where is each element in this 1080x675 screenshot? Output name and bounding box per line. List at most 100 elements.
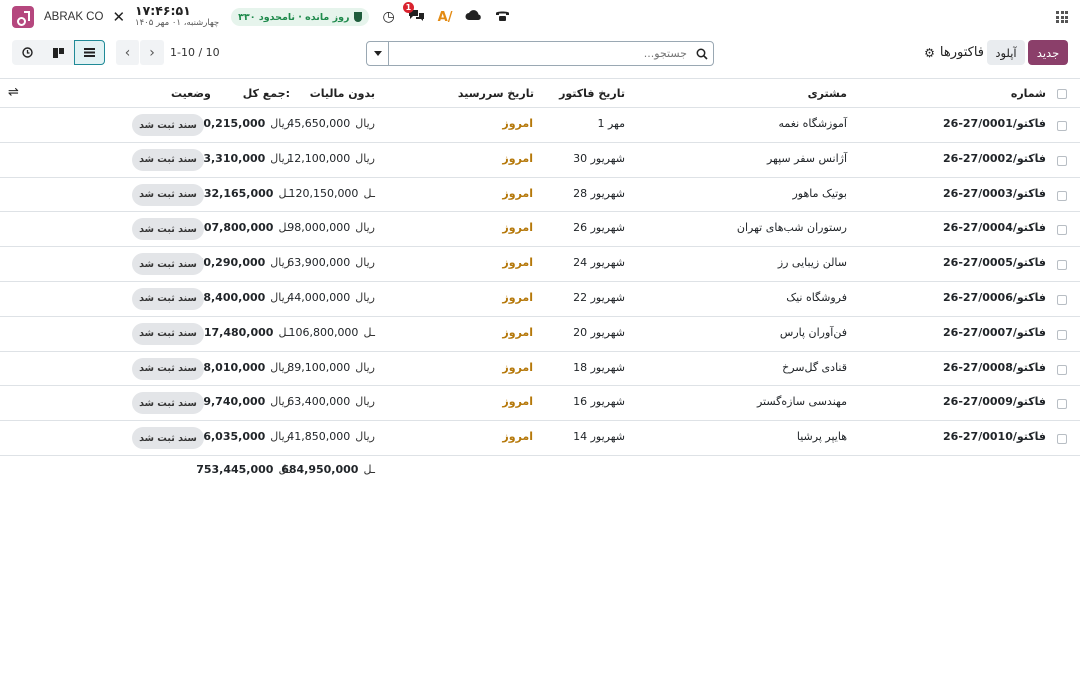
row-checkbox[interactable] bbox=[1057, 399, 1067, 410]
table-row[interactable]: فاکتو/27/0002-26 آژانس سفر سپهر 30 شهریور ا… bbox=[0, 143, 1080, 178]
total-amount: 50,215,000 ریال bbox=[196, 117, 290, 130]
untaxed-amount: 63,400,000 ریال bbox=[287, 395, 375, 408]
column-customer[interactable]: مشتری bbox=[808, 87, 847, 100]
due-date: امروز bbox=[502, 221, 533, 235]
row-checkbox[interactable] bbox=[1057, 434, 1067, 445]
column-settings-icon[interactable]: ⇌ bbox=[8, 85, 19, 100]
invoice-date: 14 شهریور bbox=[573, 430, 625, 444]
clock-icon[interactable]: ◷ bbox=[382, 9, 394, 25]
app-logo[interactable] bbox=[12, 6, 34, 28]
totals-row: 684,950,000 ـل 753,445,000 ـل bbox=[0, 456, 1080, 484]
row-checkbox[interactable] bbox=[1057, 155, 1067, 166]
phone-icon[interactable] bbox=[495, 9, 510, 26]
customer-name: رستوران شب‌های تهران bbox=[736, 221, 847, 235]
untaxed-currency: ـل bbox=[363, 325, 375, 339]
total-sum-currency: ـل bbox=[278, 462, 290, 476]
select-all-checkbox[interactable] bbox=[1057, 89, 1067, 99]
list-view-icon bbox=[84, 48, 95, 57]
row-checkbox[interactable] bbox=[1057, 260, 1067, 271]
total-value: 69,740,000 bbox=[195, 395, 266, 409]
search-options-toggle[interactable] bbox=[367, 42, 389, 65]
chevron-left-icon: ‹ bbox=[124, 44, 131, 61]
untaxed-currency: ریال bbox=[355, 221, 375, 235]
search-input[interactable] bbox=[389, 47, 691, 60]
invoice-number: فاکتو/27/0005-26 bbox=[943, 256, 1046, 270]
invoice-date: 22 شهریور bbox=[573, 290, 625, 304]
untaxed-currency: ریال bbox=[355, 151, 375, 165]
total-value: 132,165,000 bbox=[196, 186, 274, 200]
subscription-text: ۳۳۰ روز مانده · نامحدود bbox=[238, 11, 350, 23]
invoice-number: فاکتو/27/0002-26 bbox=[943, 151, 1046, 165]
list-view-button[interactable] bbox=[74, 40, 105, 65]
upload-button[interactable]: آپلود bbox=[987, 40, 1025, 65]
untaxed-value: 63,400,000 bbox=[287, 395, 351, 409]
row-checkbox[interactable] bbox=[1057, 364, 1067, 375]
table-row[interactable]: فاکتو/27/0003-26 بوتیک ماهور 28 شهریور امرو… bbox=[0, 178, 1080, 213]
due-date: امروز bbox=[502, 151, 533, 165]
apps-grid-icon[interactable] bbox=[1056, 11, 1068, 23]
untaxed-currency: ریال bbox=[355, 290, 375, 304]
status-badge: سند ثبت شد bbox=[132, 427, 204, 450]
table-row[interactable]: فاکتو/27/0007-26 فن‌آوران پارس 20 شهریور ام… bbox=[0, 317, 1080, 352]
new-button[interactable]: جدید bbox=[1028, 40, 1068, 65]
table-row[interactable]: فاکتو/27/0001-26 آموزشگاه نغمه 1 مهر امروز 4… bbox=[0, 108, 1080, 143]
chevron-right-icon: › bbox=[149, 44, 155, 61]
due-date: امروز bbox=[502, 290, 533, 304]
total-value: 48,400,000 bbox=[195, 290, 266, 304]
total-value: 98,010,000 bbox=[195, 360, 266, 374]
column-total[interactable]: جمع کل: bbox=[243, 87, 290, 100]
total-currency: ـل bbox=[278, 325, 290, 339]
gear-icon[interactable]: ⚙ bbox=[924, 46, 935, 60]
customer-name: قنادی گل‌سرخ bbox=[782, 360, 847, 374]
table-row[interactable]: فاکتو/27/0006-26 فروشگاه نیک 22 شهریور امرو… bbox=[0, 282, 1080, 317]
activity-view-button[interactable] bbox=[12, 40, 43, 65]
table-row[interactable]: فاکتو/27/0009-26 مهندسی سازه‌گستر 16 شهریو… bbox=[0, 386, 1080, 422]
activity-view-icon bbox=[22, 47, 33, 58]
column-untaxed[interactable]: بدون مالیات bbox=[310, 87, 375, 100]
total-value: 46,035,000 bbox=[195, 430, 266, 444]
due-date: امروز bbox=[502, 256, 533, 270]
subscription-badge[interactable]: ۳۳۰ روز مانده · نامحدود bbox=[231, 8, 370, 26]
breadcrumb: ⚙ فاکتورها bbox=[924, 40, 984, 65]
column-number[interactable]: شماره bbox=[1011, 87, 1046, 100]
untaxed-amount: 120,150,000 ـل bbox=[288, 187, 375, 200]
kanban-view-button[interactable] bbox=[43, 40, 74, 65]
untaxed-value: 106,800,000 bbox=[288, 325, 359, 339]
untaxed-sum: 684,950,000 ـل bbox=[281, 463, 375, 476]
column-status[interactable]: وضعیت bbox=[171, 87, 211, 100]
due-date: امروز bbox=[502, 117, 533, 130]
invoice-number: فاکتو/27/0008-26 bbox=[943, 360, 1046, 374]
invoice-date: 18 شهریور bbox=[573, 360, 625, 374]
status-badge: سند ثبت شد bbox=[132, 357, 204, 380]
row-checkbox[interactable] bbox=[1057, 225, 1067, 236]
cloud-icon[interactable] bbox=[465, 9, 482, 25]
column-due-date[interactable]: تاریخ سررسید bbox=[458, 87, 534, 100]
search-icon[interactable] bbox=[691, 48, 713, 60]
due-date: امروز bbox=[502, 430, 533, 444]
total-amount: 69,740,000 ریال bbox=[196, 395, 290, 408]
total-amount: 13,310,000 ریال bbox=[196, 152, 290, 165]
row-checkbox[interactable] bbox=[1057, 294, 1067, 305]
table-row[interactable]: فاکتو/27/0004-26 رستوران شب‌های تهران 26 ش… bbox=[0, 212, 1080, 248]
pager-next-button[interactable]: › bbox=[140, 40, 164, 65]
untaxed-value: 41,850,000 bbox=[287, 430, 351, 444]
total-sum-value: 753,445,000 bbox=[196, 462, 274, 476]
invoice-number: فاکتو/27/0007-26 bbox=[943, 325, 1046, 339]
invoice-number: فاکتو/27/0010-26 bbox=[943, 430, 1046, 444]
row-checkbox[interactable] bbox=[1057, 121, 1067, 131]
chat-icon[interactable]: 1 bbox=[402, 2, 425, 26]
row-checkbox[interactable] bbox=[1057, 190, 1067, 201]
total-currency: ریال bbox=[270, 151, 290, 165]
ai-icon[interactable]: A/ bbox=[438, 10, 453, 25]
untaxed-currency: ریال bbox=[355, 395, 375, 409]
debug-icon[interactable]: ✕ bbox=[112, 8, 125, 26]
row-checkbox[interactable] bbox=[1057, 329, 1067, 340]
table-row[interactable]: فاکتو/27/0010-26 هایپر پرشیا 14 شهریور امرو… bbox=[0, 421, 1080, 456]
invoice-number: فاکتو/27/0001-26 bbox=[943, 117, 1046, 130]
table-row[interactable]: فاکتو/27/0008-26 قنادی گل‌سرخ 18 شهریور امر… bbox=[0, 352, 1080, 387]
column-invoice-date[interactable]: تاریخ فاکتور bbox=[559, 87, 625, 100]
pager-previous-button[interactable]: ‹ bbox=[116, 40, 140, 65]
company-switcher[interactable]: ABRAK CO bbox=[44, 11, 103, 23]
table-row[interactable]: فاکتو/27/0005-26 سالن زیبایی رز 24 شهریور ا… bbox=[0, 247, 1080, 282]
pager-value[interactable]: 1-10 / 10 bbox=[170, 46, 220, 59]
